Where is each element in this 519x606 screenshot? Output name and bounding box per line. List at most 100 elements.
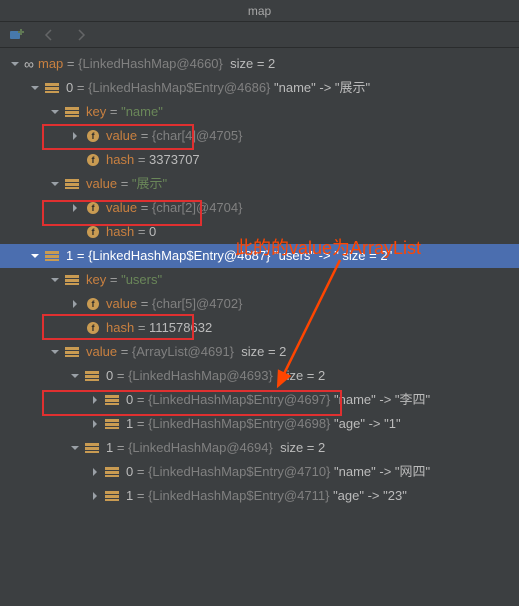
field-name: hash [106,224,134,239]
index-label: 1 [106,440,113,455]
tree-row-field[interactable]: f hash = 111578632 [0,316,519,340]
toolbar [0,22,519,48]
field-icon: f [84,200,102,216]
number-value: 111578632 [149,320,212,335]
map-entry-icon [104,464,122,480]
expand-arrow-icon[interactable] [48,273,62,287]
collapse-arrow-icon[interactable] [68,297,82,311]
mapping-label: "name" -> "李四" [334,392,430,407]
type-label: {char[4]@4705} [152,128,243,143]
tree-row-field[interactable]: f hash = 3373707 [0,148,519,172]
variable-tree: ∞ map = {LinkedHashMap@4660} size = 2 0 … [0,48,519,512]
collapse-arrow-icon[interactable] [88,489,102,503]
tree-row-map[interactable]: ∞ map = {LinkedHashMap@4660} size = 2 [0,52,519,76]
tree-row-entry[interactable]: 1 = {LinkedHashMap$Entry@4711} "age" -> … [0,484,519,508]
map-entry-icon [84,440,102,456]
index-label: 0 [126,464,133,479]
expand-arrow-icon[interactable] [68,441,82,455]
collapse-arrow-icon[interactable] [88,465,102,479]
expand-arrow-icon[interactable] [28,249,42,263]
index-label: 0 [66,80,73,95]
index-label: 1 [66,248,73,263]
map-entry-icon [44,248,62,264]
tree-row-list-item[interactable]: 0 = {LinkedHashMap@4693} size = 2 [0,364,519,388]
tree-row-field[interactable]: f value = {char[5]@4702} [0,292,519,316]
field-icon: f [84,128,102,144]
field-icon: f [84,224,102,240]
tree-row-entry-selected[interactable]: 1 = {LinkedHashMap$Entry@4687} "users" -… [0,244,519,268]
tree-row-field[interactable]: f value = {char[2]@4704} [0,196,519,220]
tree-row-key[interactable]: key = "users" [0,268,519,292]
expand-arrow-icon[interactable] [48,177,62,191]
map-entry-icon [64,176,82,192]
mapping-label: "age" -> "23" [333,488,407,503]
size-label: size = 2 [241,344,286,359]
var-name: map [38,56,63,71]
mapping-label: "users" -> " size = 2" [274,248,392,263]
type-label: {LinkedHashMap@4693} [128,368,273,383]
type-label: {LinkedHashMap$Entry@4687} [88,248,270,263]
tree-row-entry[interactable]: 0 = {LinkedHashMap$Entry@4710} "name" ->… [0,460,519,484]
expand-arrow-icon[interactable] [48,105,62,119]
field-name: value [106,296,137,311]
index-label: 1 [126,488,133,503]
tree-row-entry[interactable]: 0 = {LinkedHashMap$Entry@4697} "name" ->… [0,388,519,412]
map-entry-icon [64,272,82,288]
size-label: size = 2 [280,368,325,383]
type-label: {LinkedHashMap$Entry@4710} [148,464,330,479]
back-icon[interactable] [40,27,58,43]
tree-row-value-arraylist[interactable]: value = {ArrayList@4691} size = 2 [0,340,519,364]
collapse-arrow-icon[interactable] [68,129,82,143]
type-label: {LinkedHashMap$Entry@4686} [88,80,270,95]
tree-row-entry[interactable]: 1 = {LinkedHashMap$Entry@4698} "age" -> … [0,412,519,436]
mapping-label: "name" -> "展示" [274,80,370,95]
field-name: hash [106,152,134,167]
collapse-arrow-icon[interactable] [88,417,102,431]
type-label: {LinkedHashMap@4694} [128,440,273,455]
field-icon: f [84,296,102,312]
field-icon: f [84,152,102,168]
field-name: hash [106,320,134,335]
type-label: {char[2]@4704} [152,200,243,215]
collapse-arrow-icon[interactable] [68,201,82,215]
field-name: value [106,200,137,215]
collapse-arrow-icon[interactable] [88,393,102,407]
type-label: {LinkedHashMap$Entry@4711} [148,488,329,503]
type-label: {LinkedHashMap@4660} [78,56,223,71]
value-label: value [86,176,117,191]
tree-row-field[interactable]: f value = {char[4]@4705} [0,124,519,148]
string-value: "展示" [132,176,167,191]
mapping-label: "name" -> "网四" [334,464,430,479]
type-label: {LinkedHashMap$Entry@4697} [148,392,330,407]
index-label: 1 [126,416,133,431]
forward-icon[interactable] [72,27,90,43]
tree-row-value[interactable]: value = "展示" [0,172,519,196]
mapping-label: "age" -> "1" [334,416,401,431]
type-label: {LinkedHashMap$Entry@4698} [148,416,330,431]
size-label: size = 2 [280,440,325,455]
number-value: 3373707 [149,152,200,167]
expand-arrow-icon[interactable] [68,369,82,383]
expand-arrow-icon[interactable] [8,57,22,71]
window-title: map [0,0,519,22]
string-value: "name" [121,104,163,119]
type-label: {ArrayList@4691} [132,344,234,359]
tree-row-list-item[interactable]: 1 = {LinkedHashMap@4694} size = 2 [0,436,519,460]
string-value: "users" [121,272,162,287]
expand-arrow-icon[interactable] [28,81,42,95]
number-value: 0 [149,224,156,239]
new-watch-icon[interactable] [8,27,26,43]
map-entry-icon [104,416,122,432]
index-label: 0 [106,368,113,383]
watch-icon: ∞ [24,53,34,75]
key-label: key [86,104,106,119]
size-label: size = 2 [230,56,275,71]
index-label: 0 [126,392,133,407]
value-label: value [86,344,117,359]
expand-arrow-icon[interactable] [48,345,62,359]
field-name: value [106,128,137,143]
tree-row-key[interactable]: key = "name" [0,100,519,124]
tree-row-field[interactable]: f hash = 0 [0,220,519,244]
map-entry-icon [64,344,82,360]
tree-row-entry[interactable]: 0 = {LinkedHashMap$Entry@4686} "name" ->… [0,76,519,100]
